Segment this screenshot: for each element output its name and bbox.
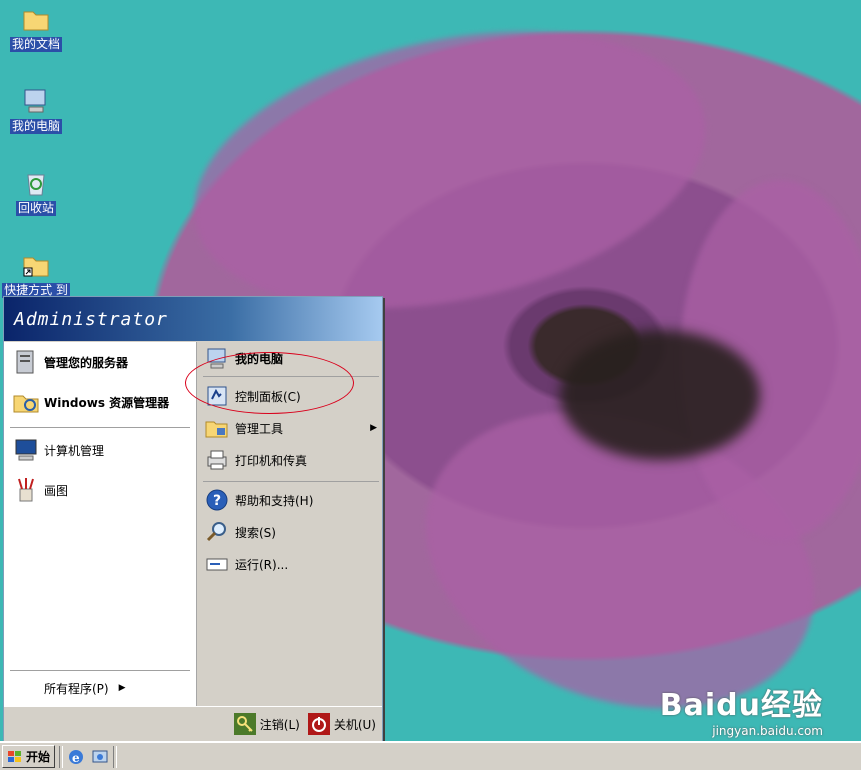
- key-icon: [233, 713, 256, 735]
- desktop-icon-label: 我的文档: [9, 37, 62, 52]
- shutdown-button[interactable]: 关机(U): [307, 713, 376, 735]
- quick-launch: e: [67, 748, 109, 766]
- separator: [10, 427, 190, 428]
- shortcut-folder-icon: [21, 250, 51, 280]
- svg-text:?: ?: [213, 493, 221, 509]
- taskbar-separator: [113, 745, 118, 768]
- arrow-right-icon: ▶: [370, 423, 377, 433]
- power-icon: [307, 713, 330, 735]
- printer-icon: [203, 446, 231, 474]
- paint-icon: [12, 476, 40, 504]
- desktop-icon-label: 我的电脑: [9, 119, 62, 134]
- folder-icon: [21, 4, 51, 34]
- start-button[interactable]: 开始: [2, 745, 56, 768]
- run-icon: [203, 550, 231, 578]
- menu-item-all-programs[interactable]: 所有程序(P) ▶: [44, 674, 126, 702]
- menu-item-manage-server[interactable]: 管理您的服务器: [12, 346, 128, 378]
- help-icon: ?: [203, 486, 231, 514]
- desktop-icon-label: 回收站: [15, 201, 56, 216]
- watermark-brand: Baidu经验: [659, 688, 823, 723]
- menu-item-help[interactable]: ? 帮助和支持(H): [203, 484, 313, 516]
- desktop-icon-my-documents[interactable]: 我的文档: [0, 2, 72, 52]
- separator: [203, 481, 379, 482]
- menu-item-windows-explorer[interactable]: Windows 资源管理器: [12, 386, 169, 418]
- admin-tools-icon: [203, 414, 231, 442]
- menu-item-search[interactable]: 搜索(S): [203, 516, 276, 548]
- menu-item-admin-tools[interactable]: 管理工具 ▶: [203, 412, 379, 444]
- menu-item-run[interactable]: 运行(R)...: [203, 548, 288, 580]
- baidu-watermark: Baidu经验 jingyan.baidu.com: [660, 680, 823, 738]
- logoff-button[interactable]: 注销(L): [233, 713, 300, 735]
- server-icon: [12, 348, 40, 376]
- start-menu-left-column: 管理您的服务器 Windows 资源管理器 计算机管理 画图 所有程序(P) ▶: [4, 342, 197, 706]
- desktop-icon-shortcut[interactable]: 快捷方式 到: [0, 248, 72, 298]
- computer-icon: [21, 86, 51, 116]
- menu-item-printers[interactable]: 打印机和传真: [203, 444, 307, 476]
- menu-item-computer-management[interactable]: 计算机管理: [12, 434, 104, 466]
- show-desktop-icon[interactable]: [91, 748, 109, 766]
- user-name: Administrator: [14, 308, 168, 330]
- windows-logo-icon: [8, 750, 21, 762]
- search-icon: [203, 518, 231, 546]
- desktop-icon-my-computer[interactable]: 我的电脑: [0, 84, 72, 134]
- start-menu-header: Administrator: [4, 297, 382, 341]
- recycle-bin-icon: [21, 168, 51, 198]
- taskbar: 开始 e: [0, 741, 861, 770]
- taskbar-separator: [59, 745, 64, 768]
- menu-item-paint[interactable]: 画图: [12, 474, 68, 506]
- desktop-icon-recycle-bin[interactable]: 回收站: [0, 166, 72, 216]
- internet-explorer-icon[interactable]: e: [67, 748, 85, 766]
- svg-text:e: e: [72, 751, 80, 765]
- explorer-icon: [12, 388, 40, 416]
- start-menu-bottom-bar: 注销(L) 关机(U): [4, 706, 382, 741]
- arrow-right-icon: ▶: [118, 683, 126, 693]
- computer-management-icon: [12, 436, 40, 464]
- highlight-circle: [185, 352, 354, 414]
- separator: [10, 670, 190, 671]
- watermark-url: jingyan.baidu.com: [712, 724, 823, 738]
